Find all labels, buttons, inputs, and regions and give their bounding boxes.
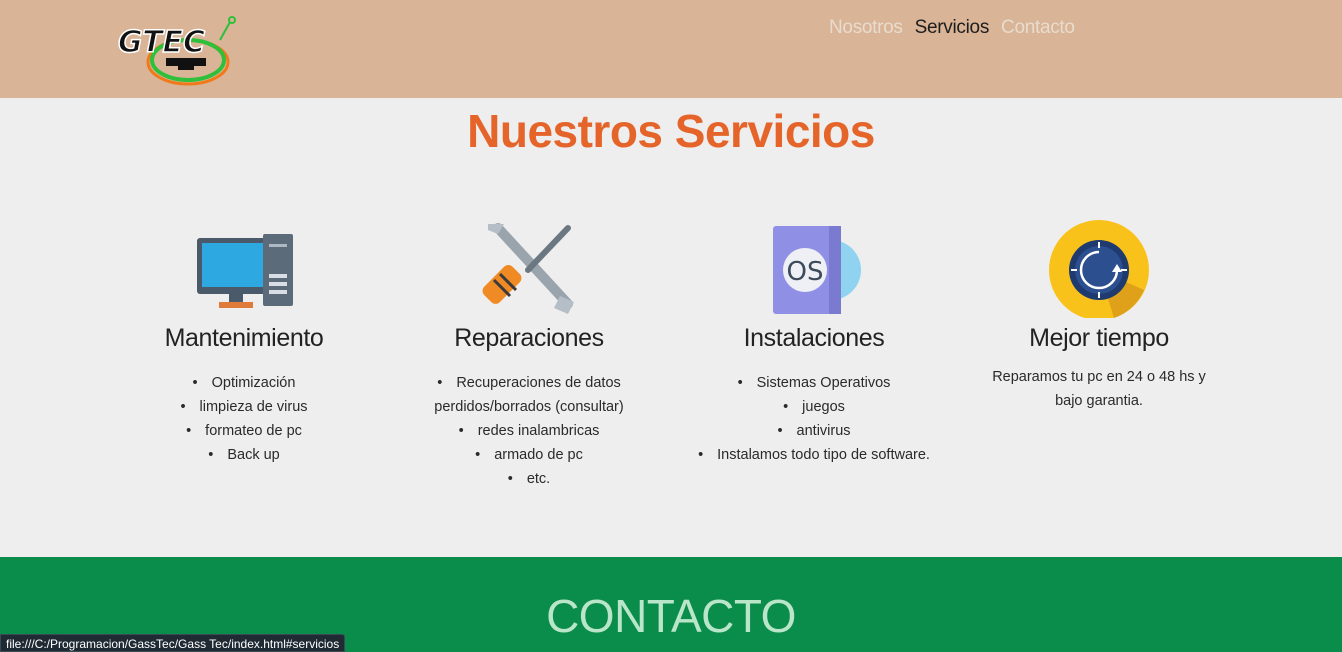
- clock-timer-icon: [1049, 220, 1149, 318]
- gtec-logo[interactable]: GTEC: [116, 14, 246, 88]
- card-title: Reparaciones: [454, 324, 604, 352]
- nav-servicios[interactable]: Servicios: [915, 17, 990, 39]
- nav-contacto[interactable]: Contacto: [1001, 17, 1075, 39]
- services-title: Nuestros Servicios: [467, 105, 875, 157]
- service-card-mantenimiento: Mantenimiento Optimización limpieza de v…: [124, 218, 364, 467]
- service-card-instalaciones: OS Instalaciones Sistemas Operativos jue…: [694, 218, 934, 467]
- list-item: etc.: [409, 467, 649, 491]
- list-item: Back up: [124, 443, 364, 467]
- card-title: Mejor tiempo: [1029, 324, 1169, 352]
- list-item: Sistemas Operativos: [694, 371, 934, 395]
- site-header: GTEC Nosotros Servicios Contacto: [0, 0, 1342, 98]
- nav-nosotros[interactable]: Nosotros: [829, 17, 903, 39]
- card-list: Sistemas Operativos juegos antivirus Ins…: [694, 371, 934, 467]
- desktop-computer-icon: [197, 234, 293, 308]
- card-list: Recuperaciones de datos perdidos/borrado…: [409, 371, 649, 491]
- tools-icon: [482, 223, 574, 314]
- list-item: Recuperaciones de datos perdidos/borrado…: [409, 371, 649, 419]
- card-title: Mantenimiento: [164, 324, 324, 352]
- os-disk-icon: OS: [773, 226, 861, 314]
- main-nav: Nosotros Servicios Contacto: [829, 17, 1075, 39]
- browser-status-url: file:///C:/Programacion/GassTec/Gass Tec…: [0, 634, 346, 652]
- list-item: redes inalambricas: [409, 419, 649, 443]
- svg-text:OS: OS: [787, 257, 824, 287]
- service-card-reparaciones: Reparaciones Recuperaciones de datos per…: [409, 218, 649, 491]
- list-item: Instalamos todo tipo de software.: [694, 443, 934, 467]
- card-title: Instalaciones: [743, 324, 885, 352]
- list-item: antivirus: [694, 419, 934, 443]
- card-description: Reparamos tu pc en 24 o 48 hs y bajo gar…: [992, 369, 1206, 409]
- list-item: Optimización: [124, 371, 364, 395]
- list-item: juegos: [694, 395, 934, 419]
- service-card-mejor-tiempo: Mejor tiempo Reparamos tu pc en 24 o 48 …: [979, 218, 1219, 413]
- list-item: limpieza de virus: [124, 395, 364, 419]
- svg-text:GTEC: GTEC: [118, 25, 205, 60]
- list-item: formateo de pc: [124, 419, 364, 443]
- list-item: armado de pc: [409, 443, 649, 467]
- card-list: Optimización limpieza de virus formateo …: [124, 371, 364, 467]
